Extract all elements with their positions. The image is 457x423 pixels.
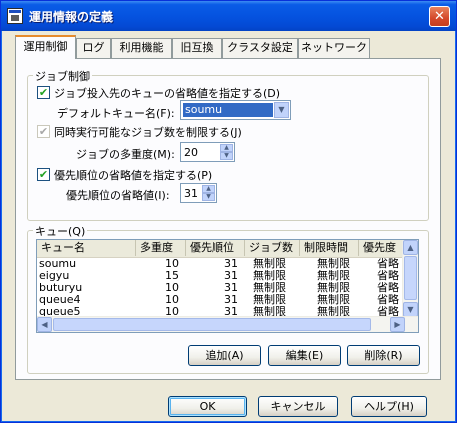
spin-up-icon[interactable]: ▲	[220, 144, 233, 152]
window-title: 運用情報の定義	[29, 10, 114, 24]
multiplicity-cell: 10	[165, 258, 179, 270]
precedence-cell: 省略	[377, 294, 399, 306]
priority-cell: 31	[224, 294, 238, 306]
column-queue-name[interactable]: キュー名	[37, 240, 136, 256]
priority-cell: 31	[224, 270, 238, 282]
job-count-cell: 無制限	[253, 258, 286, 270]
tab-operation-control[interactable]: 運用制御	[15, 35, 76, 59]
cancel-button[interactable]: キャンセル	[258, 396, 338, 417]
column-multiplicity[interactable]: 多重度	[136, 240, 186, 256]
close-button[interactable]: ✕	[429, 6, 450, 27]
queue-name-cell: eigyu	[39, 270, 70, 282]
chevron-down-icon[interactable]: ▼	[274, 102, 289, 118]
title-bar[interactable]: 運用情報の定義 ✕	[1, 1, 456, 31]
column-priority[interactable]: 優先順位	[186, 240, 245, 256]
queue-name-cell: buturyu	[39, 282, 83, 294]
priority-checkbox-label[interactable]: 優先順位の省略値を指定する(P)	[54, 167, 212, 183]
job-count-cell: 無制限	[253, 294, 286, 306]
column-precedence[interactable]: 優先度	[359, 240, 407, 256]
table-row[interactable]: eigyu 15 31 無制限 無制限 省略	[37, 270, 407, 282]
queue-list-header: キュー名 多重度 優先順位 ジョブ数 制限時間 優先度	[37, 240, 407, 258]
spin-down-icon[interactable]: ▼	[202, 193, 215, 201]
default-queue-checkbox[interactable]: ✔	[37, 86, 50, 99]
time-limit-cell: 無制限	[317, 294, 350, 306]
column-time-limit[interactable]: 制限時間	[300, 240, 359, 256]
app-window-icon	[7, 8, 23, 24]
default-priority-label: 優先順位の省略値(I):	[66, 189, 170, 202]
vertical-scrollbar[interactable]: ▲ ▼	[402, 240, 418, 317]
job-count-cell: 無制限	[253, 270, 286, 282]
delete-button[interactable]: 削除(R)	[347, 345, 420, 366]
queue-legend: キュー(Q)	[33, 223, 88, 239]
multiplicity-stepper[interactable]: 20 ▲ ▼	[180, 142, 235, 162]
time-limit-cell: 無制限	[317, 270, 350, 282]
tab-log[interactable]: ログ	[76, 38, 111, 58]
time-limit-cell: 無制限	[317, 258, 350, 270]
scroll-left-icon[interactable]: ◀	[37, 317, 52, 332]
horizontal-scrollbar[interactable]: ◀ ▶	[37, 316, 418, 332]
scroll-down-icon[interactable]: ▼	[403, 302, 418, 317]
ok-button[interactable]: OK	[168, 396, 247, 417]
table-row[interactable]: queue4 10 31 無制限 無制限 省略	[37, 294, 407, 306]
default-priority-stepper[interactable]: 31 ▲ ▼	[180, 183, 217, 203]
time-limit-cell: 無制限	[317, 282, 350, 294]
tab-features[interactable]: 利用機能	[111, 38, 172, 58]
limit-jobs-checkbox-label[interactable]: 同時実行可能なジョブ数を制限する(J)	[54, 124, 242, 140]
multiplicity-label: ジョブの多重度(M):	[76, 148, 175, 161]
table-row[interactable]: buturyu 10 31 無制限 無制限 省略	[37, 282, 407, 294]
job-control-legend: ジョブ制御	[33, 68, 92, 84]
priority-cell: 31	[224, 282, 238, 294]
multiplicity-cell: 15	[165, 270, 179, 282]
job-count-cell: 無制限	[253, 282, 286, 294]
multiplicity-cell: 10	[165, 294, 179, 306]
column-job-count[interactable]: ジョブ数	[245, 240, 300, 256]
tab-legacy-compat[interactable]: 旧互換	[172, 38, 222, 58]
default-priority-value[interactable]: 31	[184, 187, 198, 200]
precedence-cell: 省略	[377, 282, 399, 294]
edit-button[interactable]: 編集(E)	[268, 345, 341, 366]
queue-list[interactable]: キュー名 多重度 優先順位 ジョブ数 制限時間 優先度 soumu 10 31 …	[36, 239, 419, 333]
queue-name-cell: queue4	[39, 294, 81, 306]
tab-cluster-settings[interactable]: クラスタ設定	[222, 38, 298, 58]
dialog-window: 運用情報の定義 ✕ 運用制御 ログ 利用機能 旧互換 クラスタ設定 ネットワーク…	[0, 0, 457, 423]
help-button[interactable]: ヘルプ(H)	[351, 396, 427, 417]
priority-checkbox[interactable]: ✔	[37, 168, 50, 181]
default-queue-select[interactable]: soumu ▼	[180, 100, 291, 120]
default-queue-label: デフォルトキュー名(F):	[57, 107, 175, 120]
priority-cell: 31	[224, 258, 238, 270]
multiplicity-value[interactable]: 20	[184, 146, 198, 159]
queue-name-cell: soumu	[39, 258, 77, 270]
add-button[interactable]: 追加(A)	[188, 345, 261, 366]
precedence-cell: 省略	[377, 270, 399, 282]
default-queue-checkbox-label[interactable]: ジョブ投入先のキューの省略値を指定する(D)	[54, 85, 280, 101]
scroll-up-icon[interactable]: ▲	[403, 240, 418, 255]
scroll-right-icon[interactable]: ▶	[390, 317, 405, 332]
limit-jobs-checkbox[interactable]: ✔	[37, 125, 50, 138]
tab-network[interactable]: ネットワーク	[298, 38, 370, 58]
table-row[interactable]: soumu 10 31 無制限 無制限 省略	[37, 258, 407, 270]
horizontal-scroll-thumb[interactable]	[53, 318, 371, 331]
default-queue-value: soumu	[183, 103, 273, 117]
multiplicity-cell: 10	[165, 282, 179, 294]
spin-down-icon[interactable]: ▼	[220, 152, 233, 160]
spin-up-icon[interactable]: ▲	[202, 185, 215, 193]
precedence-cell: 省略	[377, 258, 399, 270]
vertical-scroll-thumb[interactable]	[404, 256, 417, 300]
